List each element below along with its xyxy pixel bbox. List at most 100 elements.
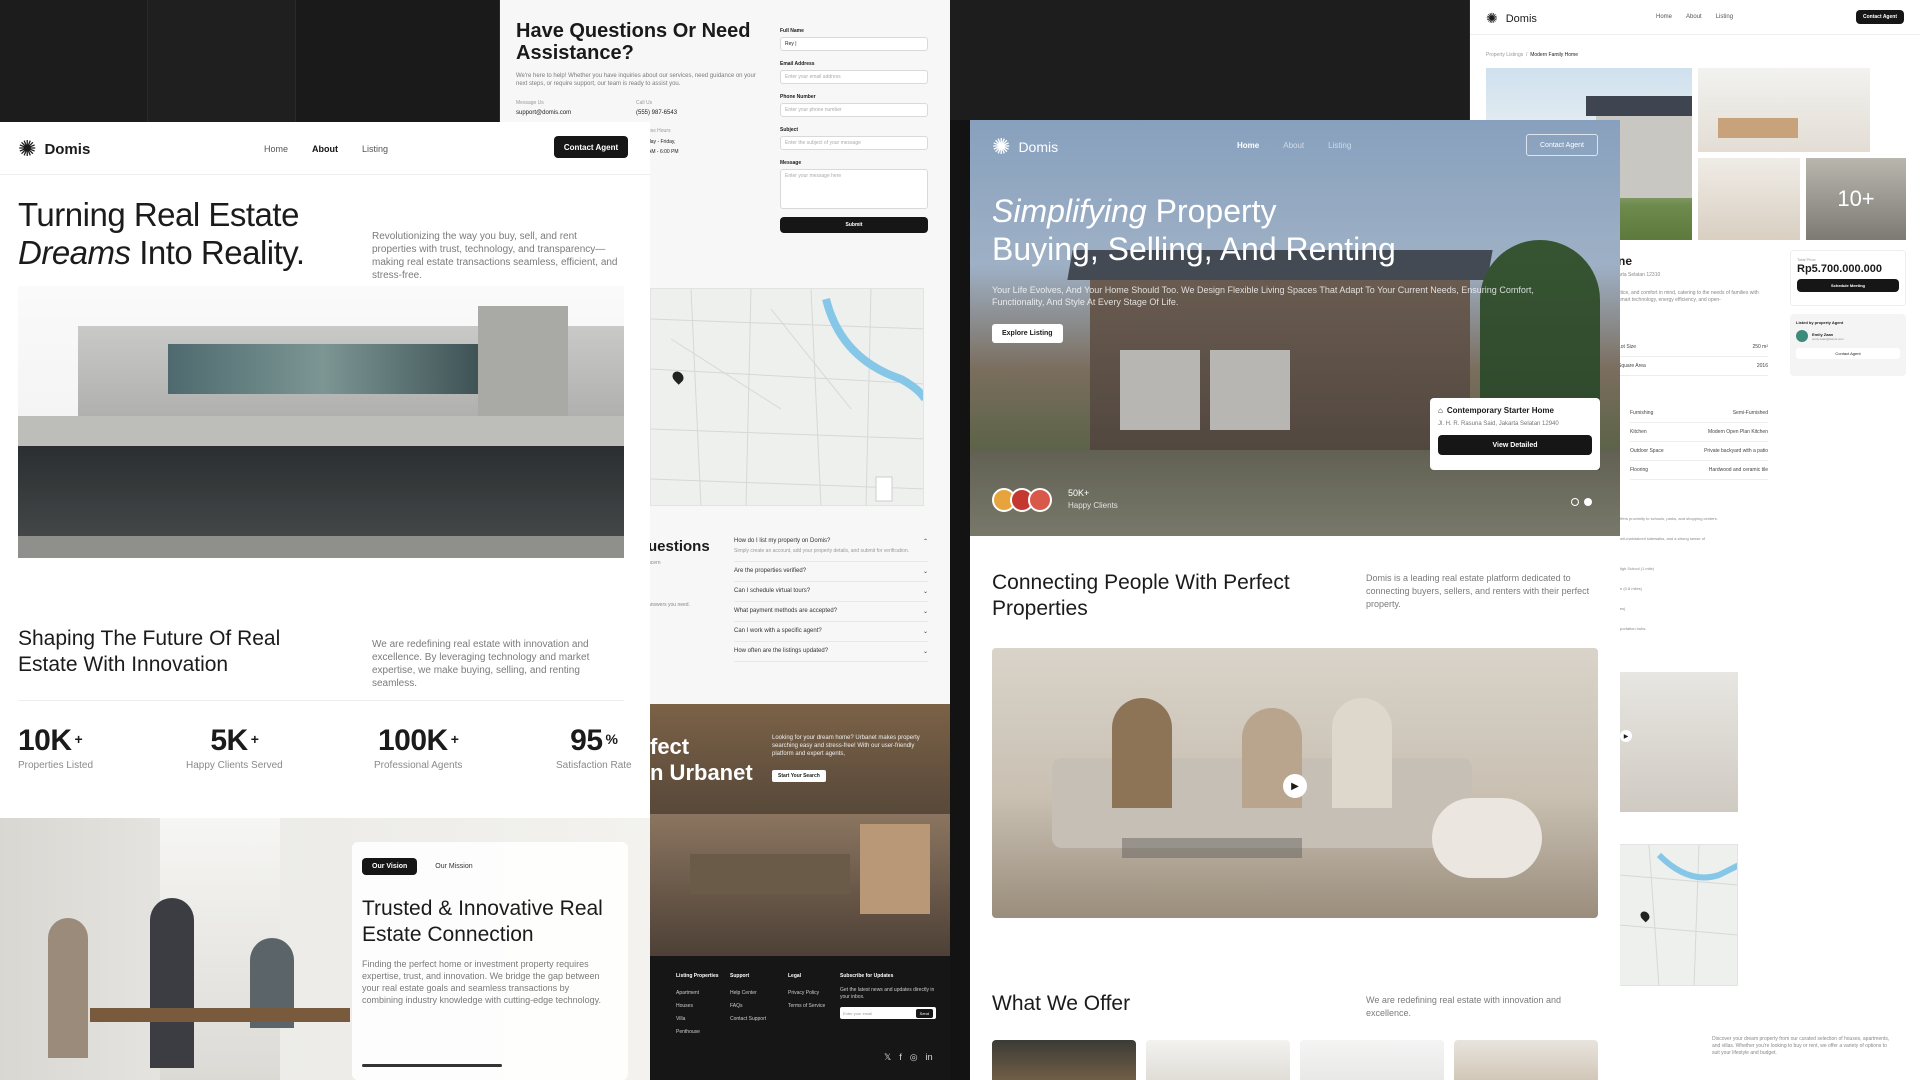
twitter-icon[interactable]: 𝕏 xyxy=(884,1052,891,1063)
schedule-meeting-button[interactable]: Schedule Meeting xyxy=(1797,279,1899,292)
note-line: High School (1 mile) xyxy=(1618,566,1655,571)
subject-input[interactable]: Enter the subject of your message xyxy=(780,136,928,150)
footer-link[interactable]: Privacy Policy xyxy=(788,987,825,1000)
video-thumbnail[interactable]: ▶ xyxy=(1618,672,1738,812)
play-icon[interactable]: ▶ xyxy=(1283,774,1307,798)
clients-label: Happy Clients xyxy=(1068,501,1118,510)
faq-item[interactable]: How often are the listings updated? ⌄ xyxy=(734,642,928,662)
footer-link[interactable]: Apartment xyxy=(676,987,719,1000)
nav-listing[interactable]: Listing xyxy=(362,144,388,154)
phone-input[interactable]: Enter your phone number xyxy=(780,103,928,117)
total-price-label: Total Price xyxy=(1797,257,1816,262)
explore-listing-button[interactable]: Explore Listing xyxy=(992,324,1063,343)
hero-title-italic: Simplifying xyxy=(992,193,1147,229)
offer-card[interactable] xyxy=(992,1040,1136,1080)
subscribe-send-button[interactable]: Send xyxy=(915,1008,933,1018)
brand-logo[interactable]: ✺ Domis xyxy=(992,136,1058,158)
family-video[interactable]: ▶ xyxy=(992,648,1598,918)
hours-value: day - Friday, xyxy=(648,139,676,145)
breadcrumb: Property Listings / Modern Family Home xyxy=(1486,52,1578,58)
faq-question: Can I schedule virtual tours? xyxy=(734,588,811,594)
footer-link[interactable]: Terms of Service xyxy=(788,1000,825,1013)
tab-mission[interactable]: Our Mission xyxy=(427,858,480,875)
nav-about[interactable]: About xyxy=(312,144,338,154)
nav-about[interactable]: About xyxy=(1283,141,1304,150)
nav-listing[interactable]: Listing xyxy=(1328,141,1351,150)
faq-item[interactable]: Are the properties verified? ⌄ xyxy=(734,562,928,582)
offer-card[interactable] xyxy=(1146,1040,1290,1080)
stat-label: Happy Clients Served xyxy=(186,760,283,771)
message-textarea[interactable]: Enter your message here xyxy=(780,169,928,209)
vision-desc: Finding the perfect home or investment p… xyxy=(362,959,601,1005)
chevron-down-icon[interactable]: ⌄ xyxy=(923,568,928,575)
footer-link[interactable]: Houses xyxy=(676,1000,719,1013)
footer-link[interactable]: FAQs xyxy=(730,1000,766,1013)
brand-logo[interactable]: ✺ Domis xyxy=(18,138,90,160)
offer-card[interactable] xyxy=(1454,1040,1598,1080)
faq-item[interactable]: What payment methods are accepted? ⌄ xyxy=(734,602,928,622)
footer-link[interactable]: Villa xyxy=(676,1013,719,1026)
faq-item[interactable]: Can I schedule virtual tours? ⌄ xyxy=(734,582,928,602)
faq-note: answers you need. xyxy=(648,602,690,608)
full-name-label: Full Name xyxy=(780,28,804,34)
chevron-down-icon[interactable]: ⌄ xyxy=(923,628,928,635)
play-icon[interactable]: ▶ xyxy=(1620,730,1632,742)
nav-listing[interactable]: Listing xyxy=(1716,14,1733,20)
tab-vision[interactable]: Our Vision xyxy=(362,858,418,875)
header-divider xyxy=(1470,34,1920,35)
offer-card[interactable] xyxy=(1300,1040,1444,1080)
call-us-value[interactable]: (555) 987-6543 xyxy=(636,110,677,116)
faq-item[interactable]: Can I work with a specific agent? ⌄ xyxy=(734,622,928,642)
footer-link[interactable]: Penthouse xyxy=(676,1026,719,1039)
chevron-down-icon[interactable]: ⌄ xyxy=(923,588,928,595)
footer-link[interactable]: Help Center xyxy=(730,987,766,1000)
agent-card: Listed by property Agent Emily Zaan emil… xyxy=(1790,314,1906,376)
breadcrumb-link[interactable]: Property Listings xyxy=(1486,52,1523,58)
agent-contact-button[interactable]: Contact Agent xyxy=(1796,348,1900,359)
nav-about[interactable]: About xyxy=(1686,14,1702,20)
contact-agent-button[interactable]: Contact Agent xyxy=(1856,10,1904,24)
total-price: Rp5.700.000.000 xyxy=(1797,263,1883,275)
carousel-dot-active[interactable] xyxy=(1584,498,1592,506)
carousel-dot[interactable] xyxy=(1571,498,1579,506)
logo-icon: ✺ xyxy=(18,136,37,161)
chevron-down-icon[interactable]: ⌄ xyxy=(923,648,928,655)
footer-link[interactable]: Contact Support xyxy=(730,1013,766,1026)
faq-item[interactable]: How do I list my property on Domis? ⌃ Sim… xyxy=(734,532,928,562)
start-search-button[interactable]: Start Your Search xyxy=(772,770,826,782)
contact-agent-button[interactable]: Contact Agent xyxy=(554,136,628,158)
stat-suffix: + xyxy=(250,731,259,747)
more-photos-tile[interactable]: 10+ xyxy=(1806,158,1906,240)
agent-email[interactable]: emily.zaan@domis.com xyxy=(1812,337,1844,341)
home-hero-desc: Your Life Evolves, And Your Home Should … xyxy=(992,285,1534,307)
footer-heading: Subscribe for Updates xyxy=(840,973,894,979)
chevron-up-icon[interactable]: ⌃ xyxy=(923,538,928,545)
subscribe-email-input[interactable]: Enter your email xyxy=(843,1007,872,1020)
nav-home[interactable]: Home xyxy=(264,144,288,154)
full-name-input[interactable]: Rey | xyxy=(780,37,928,51)
view-detailed-button[interactable]: View Detailed xyxy=(1438,435,1592,455)
facebook-icon[interactable]: f xyxy=(899,1052,902,1063)
meeting-table xyxy=(90,1008,350,1022)
home-page: ✺ Domis Home About Listing Contact Agent… xyxy=(970,120,1620,1080)
chevron-down-icon[interactable]: ⌄ xyxy=(923,608,928,615)
contact-agent-button[interactable]: Contact Agent xyxy=(1526,134,1598,156)
nav-home[interactable]: Home xyxy=(1237,141,1259,150)
kitchen-photo[interactable] xyxy=(1698,68,1870,152)
submit-button[interactable]: Submit xyxy=(780,217,928,233)
message-us-value[interactable]: support@domis.com xyxy=(516,110,571,116)
home-icon: ⌂ xyxy=(1438,406,1443,415)
message-us-label: Message Us xyxy=(516,100,544,106)
email-input[interactable]: Enter your email address xyxy=(780,70,928,84)
office-wall xyxy=(860,824,930,914)
instagram-icon[interactable]: ◎ xyxy=(910,1052,918,1063)
contact-desc: We're here to help! Whether you have inq… xyxy=(516,73,756,87)
spec-row: Lot Size 250 m² xyxy=(1618,338,1768,357)
stat-label: Satisfaction Rate xyxy=(556,760,632,771)
nav-home[interactable]: Home xyxy=(1656,14,1672,20)
map[interactable] xyxy=(650,288,924,506)
brand-logo[interactable]: ✺ Domis xyxy=(1486,10,1537,27)
linkedin-icon[interactable]: in xyxy=(926,1052,933,1063)
bedroom-photo[interactable] xyxy=(1698,158,1800,240)
detail-map[interactable] xyxy=(1618,844,1738,986)
